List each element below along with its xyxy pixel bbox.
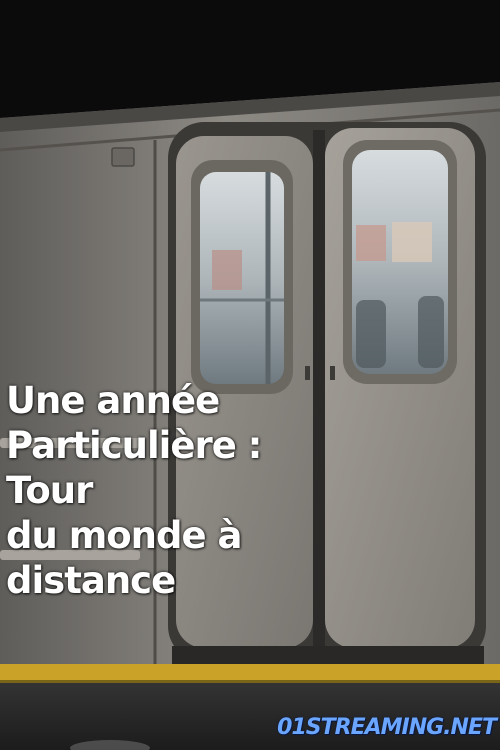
subway-door-image [0,0,500,750]
site-watermark: 01STREAMING.NET [277,715,497,740]
title-line: du monde à [6,514,242,557]
title-line: Tour [6,469,93,512]
movie-poster: Une année Particulière : Tour du monde à… [0,0,500,750]
title-line: Particulière : [6,424,262,467]
title-line: Une année [6,379,220,422]
title-line: distance [6,559,176,602]
poster-title: Une année Particulière : Tour du monde à… [6,378,262,603]
door-gap [313,130,325,650]
door-threshold [172,646,484,664]
door-indicator-light [111,147,135,167]
platform-edge-stripe [0,664,500,680]
